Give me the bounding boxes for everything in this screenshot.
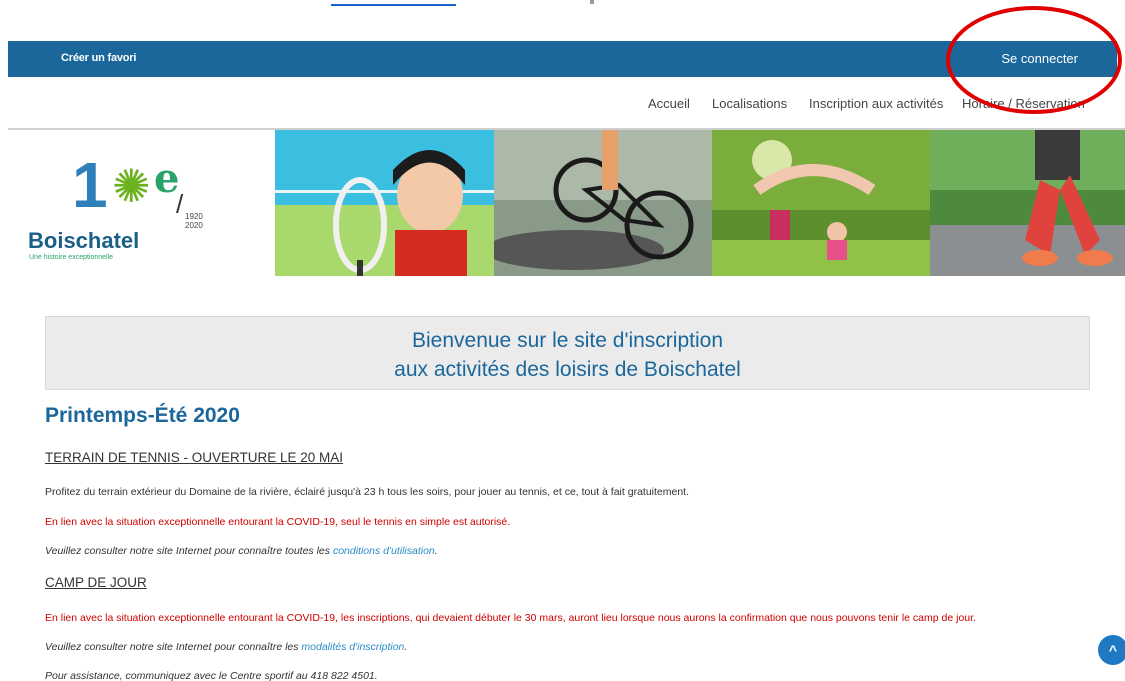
tennis-covid-notice: En lien avec la situation exceptionnelle… xyxy=(45,516,511,528)
create-favorite-link[interactable]: Créer un favori xyxy=(61,52,136,64)
section-heading-camp[interactable]: CAMP DE JOUR xyxy=(45,575,147,590)
logo-tagline: Une histoire exceptionnelle xyxy=(29,254,114,261)
logo-years: 1920 2020 xyxy=(185,212,203,230)
season-title: Printemps-Été 2020 xyxy=(45,404,240,427)
conditions-link[interactable]: conditions d'utilisation xyxy=(333,545,435,557)
tennis-paragraph-1: Profitez du terrain extérieur du Domaine… xyxy=(45,486,690,498)
main-nav: Accueil Localisations Inscription aux ac… xyxy=(0,96,1125,112)
welcome-line-1: Bienvenue sur le site d'inscription xyxy=(411,329,723,352)
tennis-conditions-suffix: . xyxy=(434,545,438,557)
top-link-fragment[interactable] xyxy=(331,0,456,6)
camp-modalities-text: Veuillez consulter notre site Internet p… xyxy=(45,641,302,653)
banner-photo-tennis xyxy=(275,130,494,276)
nav-item-localisations[interactable]: Localisations xyxy=(712,96,787,111)
camp-modalities-paragraph: Veuillez consulter notre site Internet p… xyxy=(45,641,407,653)
firework-icon: ✺ xyxy=(112,160,151,212)
section-heading-tennis[interactable]: TERRAIN DE TENNIS - OUVERTURE LE 20 MAI xyxy=(45,450,343,465)
chevron-up-icon: ^ xyxy=(1108,642,1118,658)
tennis-conditions-text: Veuillez consulter notre site Internet p… xyxy=(45,545,333,557)
assistance-paragraph: Pour assistance, communiquez avec le Cen… xyxy=(45,670,378,681)
logo-number: 1 xyxy=(72,149,108,221)
welcome-banner: Bienvenue sur le site d'inscription aux … xyxy=(45,316,1090,390)
camp-covid-notice: En lien avec la situation exceptionnelle… xyxy=(45,612,976,624)
boischatel-logo[interactable]: 1 ✺ e / 1920 2020 Boischatel Une histoir… xyxy=(28,143,228,268)
nav-item-accueil[interactable]: Accueil xyxy=(648,96,690,111)
logo-name: Boischatel xyxy=(28,228,140,253)
camp-modalities-suffix: . xyxy=(404,641,408,653)
logo-slash: / xyxy=(176,189,184,219)
banner-photo-cycling xyxy=(494,130,712,276)
banner-photo-running xyxy=(930,130,1125,276)
top-separator xyxy=(590,0,594,4)
red-annotation-circle xyxy=(946,6,1122,114)
modalities-link[interactable]: modalités d'inscription xyxy=(301,641,404,653)
nav-item-inscription[interactable]: Inscription aux activités xyxy=(809,96,943,111)
tennis-conditions-paragraph: Veuillez consulter notre site Internet p… xyxy=(45,545,438,557)
banner-photo-yoga xyxy=(712,130,930,276)
scroll-to-top-button[interactable]: ^ xyxy=(1098,635,1125,665)
welcome-line-2: aux activités des loisirs de Boischatel xyxy=(394,358,741,381)
